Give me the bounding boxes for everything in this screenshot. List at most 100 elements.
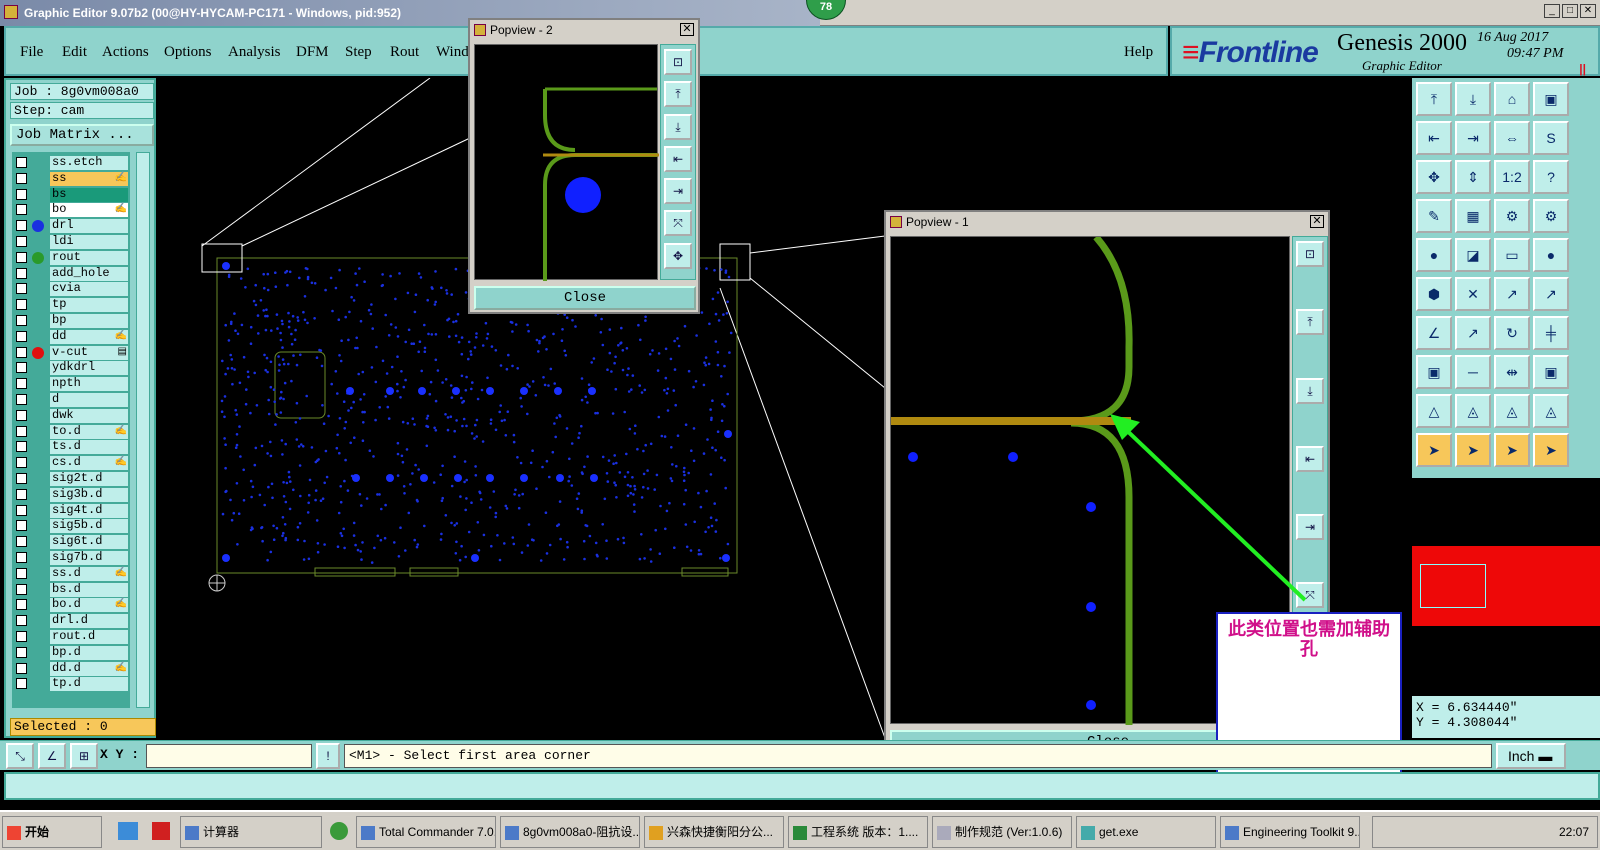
layer-checkbox[interactable] xyxy=(16,441,27,453)
pan-right-icon[interactable]: ⇥ xyxy=(664,178,692,205)
menu-edit[interactable]: Edit xyxy=(62,44,87,61)
layer-row[interactable]: sig3b.d xyxy=(12,487,130,502)
snap-icon[interactable]: ⤡ xyxy=(6,743,34,769)
layer-name[interactable]: ss.etch xyxy=(50,156,128,170)
zoom-vert-icon[interactable]: ⇕ xyxy=(1455,160,1491,194)
zoom-box-icon[interactable]: ⊡ xyxy=(664,49,692,75)
layer-name[interactable]: bs.d xyxy=(50,582,128,597)
browser-icon[interactable] xyxy=(330,822,348,840)
pan-up-tool-icon[interactable]: ⤒ xyxy=(1416,82,1452,116)
layer-row[interactable]: dd.d ✍ xyxy=(12,661,130,676)
layer-checkbox[interactable] xyxy=(16,567,27,579)
settings-alt-icon[interactable]: ⚙ xyxy=(1533,199,1569,233)
layer-row[interactable]: sig2t.d xyxy=(12,472,130,486)
layer-checkbox[interactable] xyxy=(16,520,27,532)
layer-row[interactable]: sig5b.d xyxy=(12,519,130,534)
layer-row[interactable]: ss.d ✍ xyxy=(12,566,130,581)
layer-name[interactable]: drl xyxy=(50,219,128,234)
measure-icon[interactable]: ▭ xyxy=(1494,238,1530,272)
units-select[interactable]: Inch ▬ xyxy=(1496,743,1566,769)
layer-name[interactable]: add_hole xyxy=(50,266,128,281)
pointer-alt-icon[interactable]: ➤ xyxy=(1494,433,1530,467)
layer-checkbox[interactable] xyxy=(16,267,27,279)
zoom-fit-tool-icon[interactable]: ✥ xyxy=(1416,160,1452,194)
layer-checkbox[interactable] xyxy=(16,646,27,658)
window-icon[interactable]: ▣ xyxy=(1533,82,1569,116)
layer-name[interactable]: sig7b.d xyxy=(50,551,128,565)
layer-row[interactable]: bo.d ✍ xyxy=(12,598,130,613)
settings-icon[interactable]: ⚙ xyxy=(1494,199,1530,233)
help-icon[interactable]: ? xyxy=(1533,160,1569,194)
pan-down-tool-icon[interactable]: ⤓ xyxy=(1455,82,1491,116)
layer-row[interactable]: tp.d xyxy=(12,677,130,692)
zoom-fit-icon[interactable]: ⤧ xyxy=(664,210,692,237)
start-button[interactable]: 开始 xyxy=(2,816,102,848)
task-item-document[interactable]: 8g0vm008a0-阻抗设... xyxy=(500,816,640,848)
layer-name[interactable]: cvia xyxy=(50,282,128,297)
layer-name[interactable]: rout xyxy=(50,250,128,265)
popview-1-close-x[interactable]: ✕ xyxy=(1310,215,1324,228)
layer-row[interactable]: tp xyxy=(12,298,130,313)
layer-name[interactable]: sig6t.d xyxy=(50,535,128,550)
layer-checkbox[interactable] xyxy=(16,236,27,247)
rotate-icon[interactable]: ↻ xyxy=(1494,316,1530,350)
pan-left-tool-icon[interactable]: ⇤ xyxy=(1416,121,1452,155)
layer-checkbox[interactable] xyxy=(16,204,27,216)
layer-name[interactable]: d xyxy=(50,393,128,407)
menu-actions[interactable]: Actions xyxy=(102,44,149,61)
split-icon[interactable]: ╪ xyxy=(1533,316,1569,350)
pointer-icon[interactable]: ➤ xyxy=(1416,433,1452,467)
layer-row[interactable]: ss.etch xyxy=(12,156,130,170)
layer-row[interactable]: bp.d xyxy=(12,645,130,660)
pan-left-icon[interactable]: ⇤ xyxy=(664,145,692,172)
menu-file[interactable]: File xyxy=(20,44,43,61)
pan-right-tool-icon[interactable]: ⇥ xyxy=(1455,121,1491,155)
layer-checkbox[interactable] xyxy=(16,220,27,232)
layer-name[interactable]: ts.d xyxy=(50,440,128,455)
connect-icon[interactable]: ⬢ xyxy=(1416,277,1452,311)
layer-checkbox[interactable] xyxy=(16,488,27,500)
layer-row[interactable]: rout xyxy=(12,250,130,265)
menu-rout[interactable]: Rout xyxy=(390,44,419,61)
pointer-net-icon[interactable]: ➤ xyxy=(1533,433,1569,467)
layer-checkbox[interactable] xyxy=(16,188,27,200)
grid-icon[interactable]: ⊞ xyxy=(70,743,98,769)
pan-up-icon[interactable]: ⤒ xyxy=(1296,309,1324,336)
task-item-get-exe[interactable]: get.exe xyxy=(1076,816,1216,848)
move-alt-icon[interactable]: ↗ xyxy=(1533,277,1569,311)
layer-checkbox[interactable] xyxy=(16,330,27,342)
layer-checkbox[interactable] xyxy=(16,599,27,611)
layer-checkbox[interactable] xyxy=(16,615,27,627)
triangle-alt-icon[interactable]: ◬ xyxy=(1455,394,1491,428)
drill-icon[interactable]: ● xyxy=(1416,238,1452,272)
layer-checkbox[interactable] xyxy=(16,299,27,311)
job-matrix-button[interactable]: Job Matrix ... xyxy=(10,124,154,146)
pan-up-icon[interactable]: ⤒ xyxy=(664,81,692,108)
layer-row[interactable]: sig7b.d xyxy=(12,551,130,565)
pan-down-icon[interactable]: ⤓ xyxy=(664,113,692,140)
layer-checkbox[interactable] xyxy=(16,631,27,642)
popview-2-close-x[interactable]: ✕ xyxy=(680,23,694,36)
layer-checkbox[interactable] xyxy=(16,315,27,326)
layer-name[interactable]: sig5b.d xyxy=(50,519,128,534)
ratio-icon[interactable]: 1:2 xyxy=(1494,160,1530,194)
layer-row[interactable]: to.d ✍ xyxy=(12,424,130,439)
layer-checkbox[interactable] xyxy=(16,473,27,484)
layer-name[interactable]: ldi xyxy=(50,235,128,249)
close-button[interactable]: ✕ xyxy=(1580,4,1596,18)
layer-row[interactable]: ldi xyxy=(12,235,130,249)
pointer-box-icon[interactable]: ➤ xyxy=(1455,433,1491,467)
triangle-icon[interactable]: △ xyxy=(1416,394,1452,428)
layer-checkbox[interactable] xyxy=(16,346,27,358)
snap-s-icon[interactable]: S xyxy=(1533,121,1569,155)
layer-checkbox[interactable] xyxy=(16,504,27,516)
grid-tool-icon[interactable]: ▦ xyxy=(1455,199,1491,233)
layer-row[interactable]: npth xyxy=(12,377,130,392)
layer-row[interactable]: rout.d xyxy=(12,630,130,644)
line-icon[interactable]: ↗ xyxy=(1455,316,1491,350)
task-item-spec[interactable]: 制作规范 (Ver:1.0.6) xyxy=(932,816,1072,848)
task-item-engineering-toolkit[interactable]: Engineering Toolkit 9.... xyxy=(1220,816,1360,848)
layer-checkbox[interactable] xyxy=(16,678,27,690)
layer-checkbox[interactable] xyxy=(16,536,27,548)
layer-name[interactable]: rout.d xyxy=(50,630,128,644)
